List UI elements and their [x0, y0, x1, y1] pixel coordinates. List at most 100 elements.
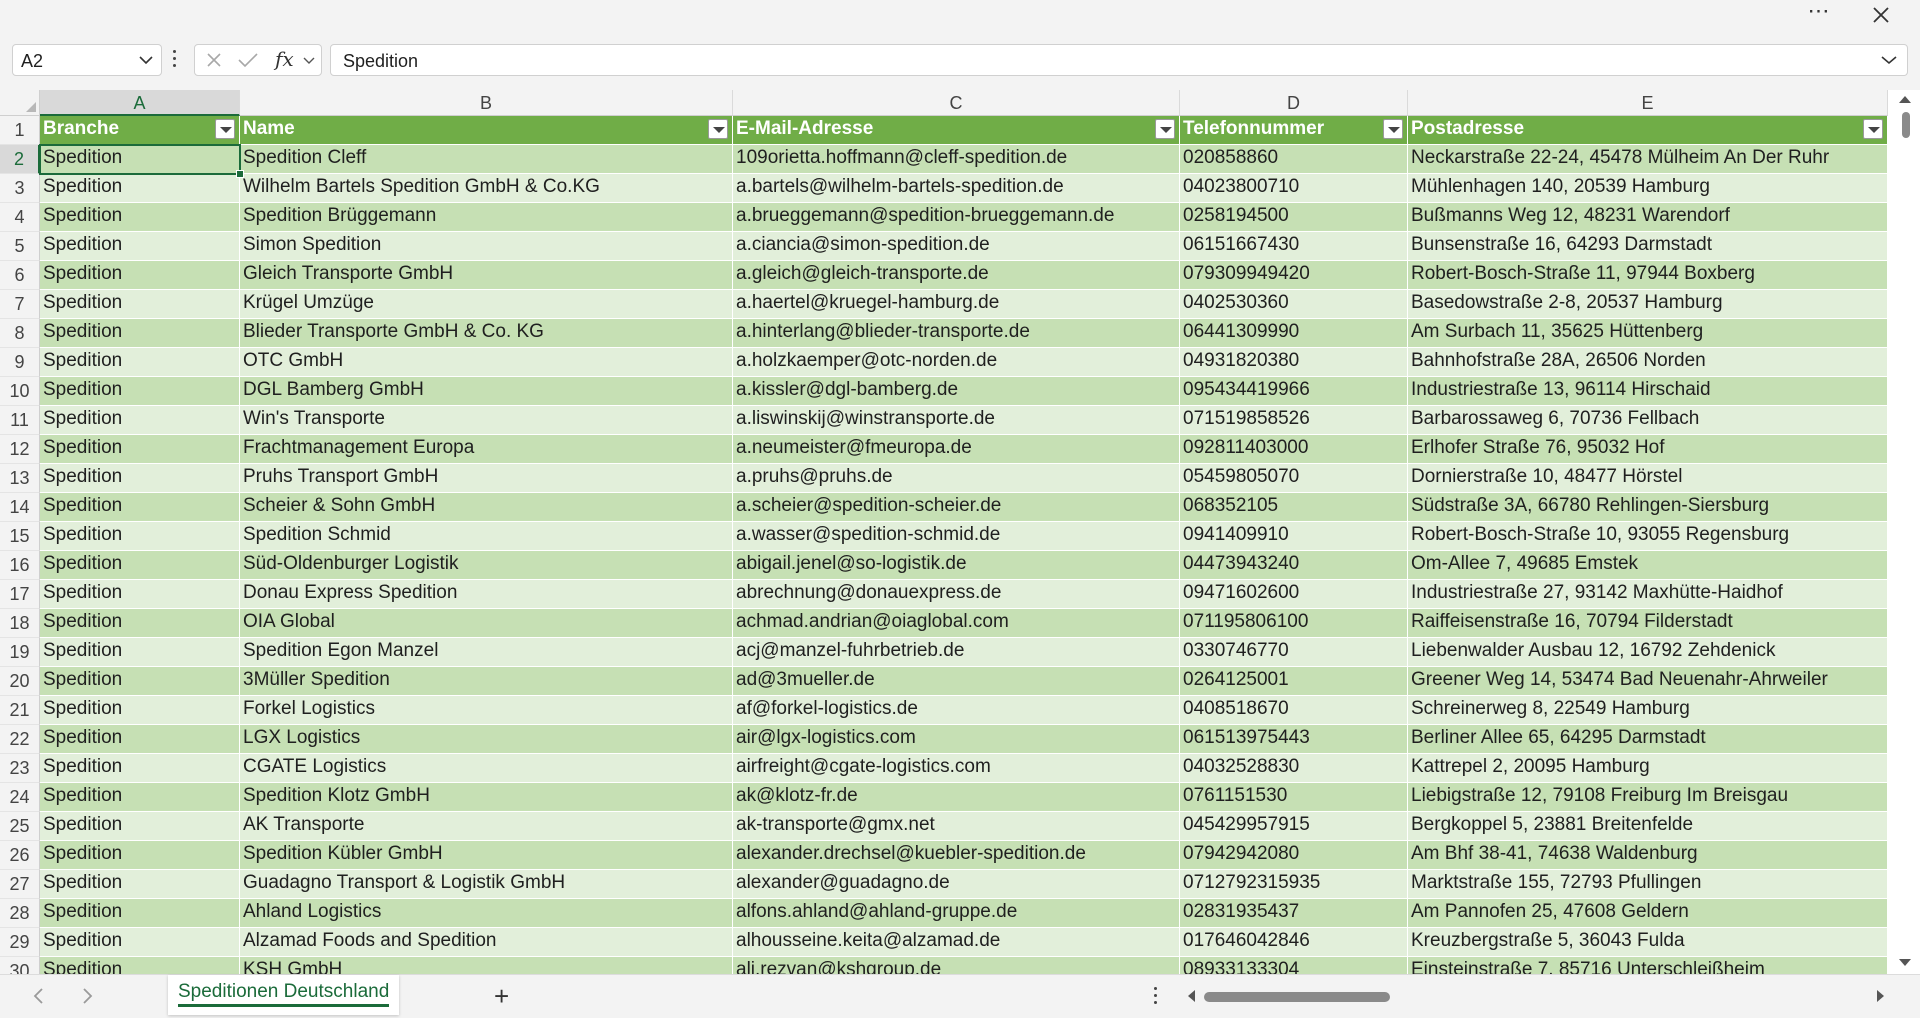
- row-header[interactable]: 11: [0, 406, 40, 435]
- row-header[interactable]: 23: [0, 754, 40, 783]
- table-cell[interactable]: Spedition: [40, 667, 240, 696]
- filter-dropdown-icon[interactable]: [1383, 119, 1403, 139]
- row-header[interactable]: 13: [0, 464, 40, 493]
- table-cell[interactable]: Süd-Oldenburger Logistik: [240, 551, 733, 580]
- table-cell[interactable]: abigail.jenel@so-logistik.de: [733, 551, 1180, 580]
- scroll-left-icon[interactable]: [1186, 989, 1196, 1003]
- table-cell[interactable]: Om-Allee 7, 49685 Emstek: [1408, 551, 1888, 580]
- add-sheet-button[interactable]: +: [494, 981, 509, 1012]
- table-cell[interactable]: 04032528830: [1180, 754, 1408, 783]
- table-cell[interactable]: alhousseine.keita@alzamad.de: [733, 928, 1180, 957]
- table-cell[interactable]: a.brueggemann@spedition-brueggemann.de: [733, 203, 1180, 232]
- horizontal-scroll-thumb[interactable]: [1204, 992, 1390, 1002]
- table-cell[interactable]: Bunsenstraße 16, 64293 Darmstadt: [1408, 232, 1888, 261]
- row-header[interactable]: 1: [0, 116, 40, 145]
- formula-input[interactable]: Spedition: [330, 44, 1908, 76]
- table-cell[interactable]: Krügel Umzüge: [240, 290, 733, 319]
- table-cell[interactable]: 04023800710: [1180, 174, 1408, 203]
- table-cell[interactable]: a.neumeister@fmeuropa.de: [733, 435, 1180, 464]
- column-header-d[interactable]: D: [1180, 90, 1408, 116]
- table-cell[interactable]: Spedition: [40, 899, 240, 928]
- column-header-e[interactable]: E: [1408, 90, 1888, 116]
- table-cell[interactable]: Liebigstraße 12, 79108 Freiburg Im Breis…: [1408, 783, 1888, 812]
- table-cell[interactable]: Spedition: [40, 783, 240, 812]
- table-cell[interactable]: Spedition: [40, 232, 240, 261]
- column-header-c[interactable]: C: [733, 90, 1180, 116]
- row-header[interactable]: 14: [0, 493, 40, 522]
- table-cell[interactable]: ad@3mueller.de: [733, 667, 1180, 696]
- table-cell[interactable]: Spedition: [40, 551, 240, 580]
- table-cell[interactable]: a.holzkaemper@otc-norden.de: [733, 348, 1180, 377]
- row-header[interactable]: 4: [0, 203, 40, 232]
- table-cell[interactable]: Simon Spedition: [240, 232, 733, 261]
- table-cell[interactable]: Spedition: [40, 435, 240, 464]
- table-cell[interactable]: Scheier & Sohn GmbH: [240, 493, 733, 522]
- table-cell[interactable]: a.kissler@dgl-bamberg.de: [733, 377, 1180, 406]
- row-header[interactable]: 18: [0, 609, 40, 638]
- filter-dropdown-icon[interactable]: [215, 119, 235, 139]
- table-cell[interactable]: 0408518670: [1180, 696, 1408, 725]
- table-cell[interactable]: Spedition: [40, 870, 240, 899]
- table-cell[interactable]: Spedition: [40, 493, 240, 522]
- table-cell[interactable]: a.pruhs@pruhs.de: [733, 464, 1180, 493]
- table-cell[interactable]: Am Surbach 11, 35625 Hüttenberg: [1408, 319, 1888, 348]
- table-cell[interactable]: 06151667430: [1180, 232, 1408, 261]
- table-cell[interactable]: Bahnhofstraße 28A, 26506 Norden: [1408, 348, 1888, 377]
- row-header[interactable]: 17: [0, 580, 40, 609]
- table-cell[interactable]: a.bartels@wilhelm-bartels-spedition.de: [733, 174, 1180, 203]
- table-cell[interactable]: LGX Logistics: [240, 725, 733, 754]
- table-cell[interactable]: acj@manzel-fuhrbetrieb.de: [733, 638, 1180, 667]
- table-cell[interactable]: 04931820380: [1180, 348, 1408, 377]
- table-cell[interactable]: Spedition: [40, 609, 240, 638]
- table-cell[interactable]: 0761151530: [1180, 783, 1408, 812]
- table-cell[interactable]: Bergkoppel 5, 23881 Breitenfelde: [1408, 812, 1888, 841]
- table-cell[interactable]: Alzamad Foods and Spedition: [240, 928, 733, 957]
- table-cell[interactable]: Schreinerweg 8, 22549 Hamburg: [1408, 696, 1888, 725]
- row-header[interactable]: 6: [0, 261, 40, 290]
- filter-dropdown-icon[interactable]: [1863, 119, 1883, 139]
- table-cell[interactable]: Spedition Egon Manzel: [240, 638, 733, 667]
- table-cell[interactable]: 0264125001: [1180, 667, 1408, 696]
- row-header[interactable]: 2: [0, 145, 40, 174]
- table-cell[interactable]: 068352105: [1180, 493, 1408, 522]
- row-header[interactable]: 9: [0, 348, 40, 377]
- table-cell[interactable]: Spedition: [40, 406, 240, 435]
- table-cell[interactable]: 0258194500: [1180, 203, 1408, 232]
- row-header[interactable]: 15: [0, 522, 40, 551]
- table-cell[interactable]: Dornierstraße 10, 48477 Hörstel: [1408, 464, 1888, 493]
- table-cell[interactable]: 095434419966: [1180, 377, 1408, 406]
- close-button[interactable]: [1864, 0, 1898, 30]
- table-cell[interactable]: Mühlenhagen 140, 20539 Hamburg: [1408, 174, 1888, 203]
- previous-sheet-icon[interactable]: [32, 987, 44, 1005]
- table-cell[interactable]: a.liswinskij@winstransporte.de: [733, 406, 1180, 435]
- table-cell[interactable]: Spedition: [40, 754, 240, 783]
- row-header[interactable]: 10: [0, 377, 40, 406]
- insert-function-button[interactable]: fx: [275, 47, 294, 71]
- table-cell[interactable]: Barbarossaweg 6, 70736 Fellbach: [1408, 406, 1888, 435]
- table-cell[interactable]: Spedition: [40, 696, 240, 725]
- row-header[interactable]: 3: [0, 174, 40, 203]
- row-header[interactable]: 22: [0, 725, 40, 754]
- table-cell[interactable]: Spedition: [40, 928, 240, 957]
- row-header[interactable]: 7: [0, 290, 40, 319]
- row-header[interactable]: 8: [0, 319, 40, 348]
- table-cell[interactable]: Gleich Transporte GmbH: [240, 261, 733, 290]
- row-header[interactable]: 25: [0, 812, 40, 841]
- table-cell[interactable]: 071195806100: [1180, 609, 1408, 638]
- table-cell[interactable]: 017646042846: [1180, 928, 1408, 957]
- table-cell[interactable]: Spedition: [40, 203, 240, 232]
- table-cell[interactable]: 071519858526: [1180, 406, 1408, 435]
- table-cell[interactable]: Spedition: [40, 348, 240, 377]
- table-cell[interactable]: Robert-Bosch-Straße 11, 97944 Boxberg: [1408, 261, 1888, 290]
- tab-bar-menu-icon[interactable]: [1154, 987, 1158, 1008]
- row-header[interactable]: 29: [0, 928, 40, 957]
- table-cell[interactable]: Wilhelm Bartels Spedition GmbH & Co.KG: [240, 174, 733, 203]
- filter-dropdown-icon[interactable]: [1155, 119, 1175, 139]
- table-cell[interactable]: Kattrepel 2, 20095 Hamburg: [1408, 754, 1888, 783]
- table-cell[interactable]: a.gleich@gleich-transporte.de: [733, 261, 1180, 290]
- table-cell[interactable]: Spedition: [40, 464, 240, 493]
- scroll-right-icon[interactable]: [1876, 989, 1886, 1003]
- table-cell[interactable]: Raiffeisenstraße 16, 70794 Filderstadt: [1408, 609, 1888, 638]
- table-cell[interactable]: CGATE Logistics: [240, 754, 733, 783]
- row-header[interactable]: 16: [0, 551, 40, 580]
